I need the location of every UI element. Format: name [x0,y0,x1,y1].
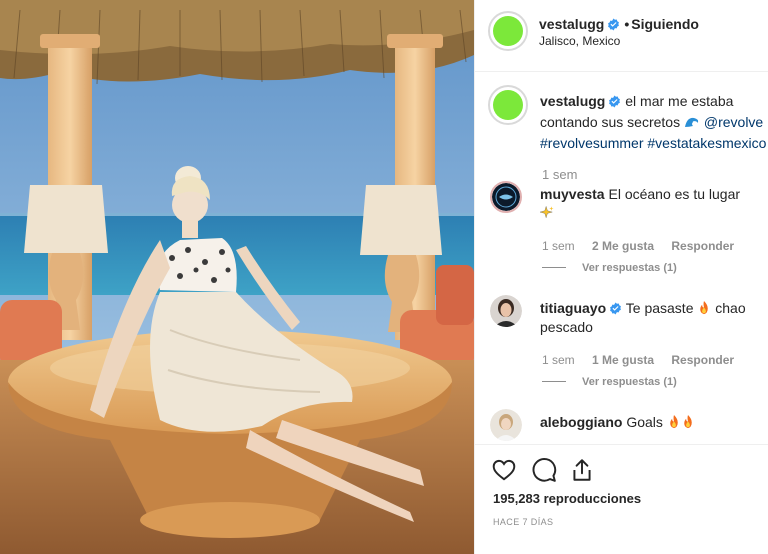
reply-button[interactable]: Responder [671,239,734,253]
caption-username[interactable]: vestalugg [540,93,605,109]
commenter-avatar[interactable] [490,295,522,327]
post-sidebar: vestalugg • Siguiendo Jalisco, Mexico vest… [474,0,768,554]
fire-icon [700,300,709,315]
comment-text: titiaguayo Te pasaste chao pescado [540,299,760,337]
replies-line [542,267,566,268]
aleboggiano-avatar-icon [490,409,522,441]
post-date[interactable]: HACE 7 DÍAS [493,517,553,527]
avatar-image [493,16,523,46]
comment-username[interactable]: aleboggiano [540,414,622,430]
sparkles-icon [540,205,554,219]
comments-list[interactable]: vestalugg el mar me estaba contando sus … [475,73,768,443]
header-author-line: vestalugg • Siguiendo [539,16,699,32]
view-replies-button[interactable]: Ver respuestas (1) [542,376,677,388]
water-wave-icon [684,117,699,127]
comment-body: El océano es tu lugar [608,186,741,202]
comment-timestamp[interactable]: 1 sem [542,353,575,367]
caption-timestamp[interactable]: 1 sem [542,167,577,182]
verified-badge-icon [609,95,621,108]
muyvesta-logo-icon [492,183,520,211]
comment-text: aleboggiano Goals [540,413,760,432]
comment-likes[interactable]: 1 Me gusta [592,353,654,367]
caption-avatar[interactable] [488,85,528,125]
following-button[interactable]: Siguiendo [631,16,699,32]
share-icon[interactable] [569,457,595,483]
caption-text: vestalugg el mar me estaba contando sus … [540,91,768,154]
author-avatar[interactable] [488,11,528,51]
comment-username[interactable]: titiaguayo [540,300,606,316]
comment-text: muyvesta El océano es tu lugar [540,185,760,223]
view-replies-label: Ver respuestas (1) [582,262,677,274]
titiaguayo-avatar-icon [490,295,522,327]
post-location[interactable]: Jalisco, Mexico [539,34,620,48]
caption-mention[interactable]: @revolve [704,114,763,130]
comment-body: Te pasaste [625,300,694,316]
commenter-avatar[interactable] [490,181,522,213]
fire-icon [684,414,692,429]
like-heart-icon[interactable] [491,457,517,483]
avatar-image [493,90,523,120]
comment-bubble-icon[interactable] [531,457,557,483]
comment-likes[interactable]: 2 Me gusta [592,239,654,253]
separator-dot: • [624,16,630,32]
comment-meta: 1 sem 2 Me gusta Responder [542,239,748,253]
view-replies-button[interactable]: Ver respuestas (1) [542,262,677,274]
reply-button[interactable]: Responder [671,353,734,367]
comment-body: Goals [626,414,663,430]
author-username[interactable]: vestalugg [539,16,604,32]
view-count[interactable]: 195,283 reproducciones [493,491,641,506]
post-header: vestalugg • Siguiendo Jalisco, Mexico [475,0,768,72]
comment-username[interactable]: muyvesta [540,186,605,202]
verified-badge-icon [610,302,622,315]
fire-icon [670,414,678,429]
post-actions: 195,283 reproducciones HACE 7 DÍAS [475,444,768,554]
comment-timestamp[interactable]: 1 sem [542,239,575,253]
comment-meta: 1 sem 1 Me gusta Responder [542,353,748,367]
view-replies-label: Ver respuestas (1) [582,376,677,388]
post-media-image [0,0,474,554]
verified-badge-icon [608,18,620,31]
replies-line [542,381,566,382]
caption-hashtags[interactable]: #revolvesummer #vestatakesmexico [540,135,766,151]
post-video[interactable] [0,0,474,554]
commenter-avatar[interactable] [490,409,522,441]
